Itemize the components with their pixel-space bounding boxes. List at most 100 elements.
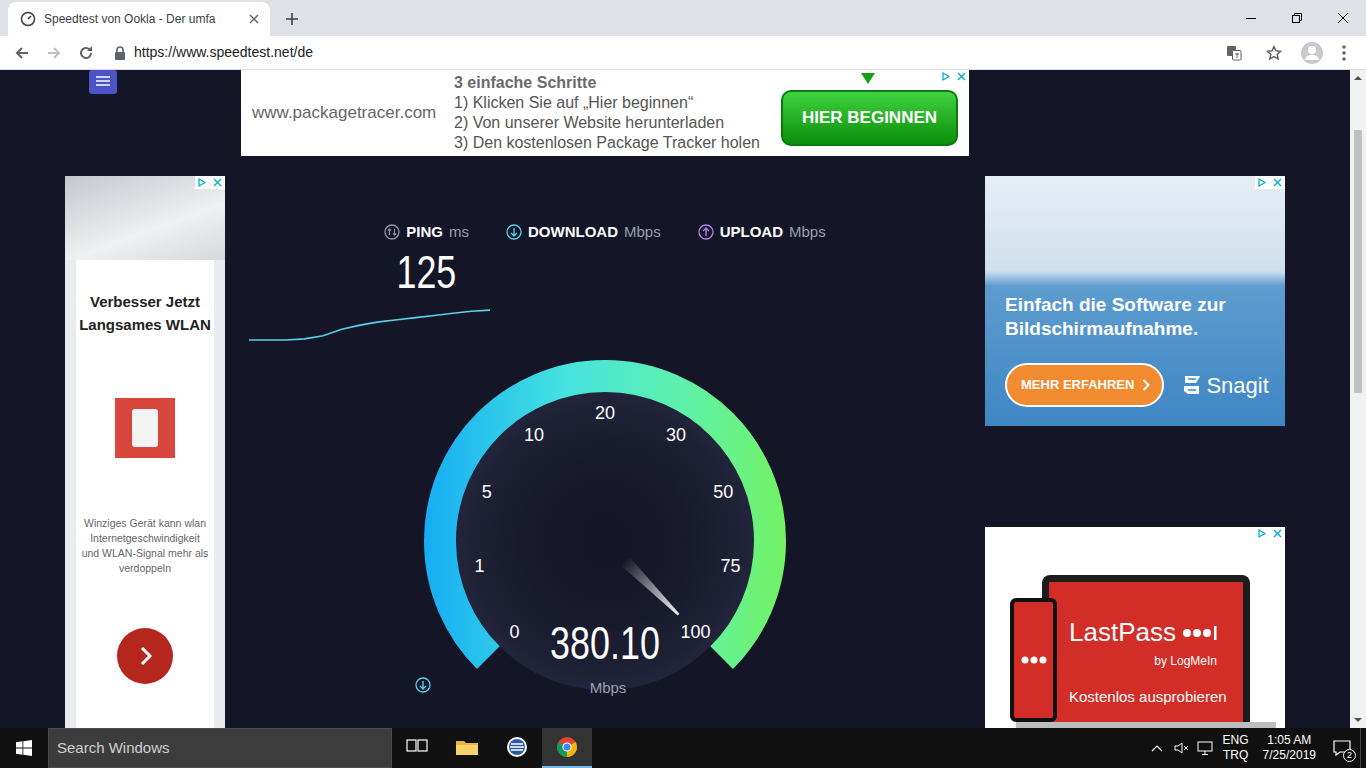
snagit-ad[interactable]: Einfach die Software zur Bildschirmaufna… bbox=[985, 176, 1285, 426]
task-view-icon bbox=[405, 735, 429, 759]
speaker-icon[interactable] bbox=[1169, 728, 1193, 768]
adchoices-icon[interactable] bbox=[939, 70, 969, 83]
scroll-thumb[interactable] bbox=[1354, 130, 1362, 393]
menu-icon[interactable] bbox=[1330, 39, 1358, 67]
profile-icon[interactable] bbox=[1298, 39, 1326, 67]
windows-start-icon[interactable] bbox=[0, 728, 48, 768]
start-button[interactable]: HIER BEGINNEN bbox=[781, 90, 958, 146]
app-icon bbox=[505, 735, 529, 759]
wlan-ad[interactable]: Verbesser Jetzt Langsames WLANWinziges G… bbox=[65, 176, 225, 728]
speed-unit: Mbps bbox=[415, 677, 795, 700]
explorer-icon bbox=[455, 735, 479, 759]
action-center[interactable]: 2 bbox=[1324, 728, 1360, 768]
reload-icon[interactable] bbox=[72, 39, 100, 67]
time: 1:05 AM bbox=[1263, 733, 1316, 748]
language: ENG bbox=[1223, 733, 1249, 748]
lock-icon bbox=[114, 46, 126, 60]
ad-step: 1) Klicken Sie auf „Hier beginnen“ bbox=[454, 93, 760, 113]
next-arrow-icon[interactable] bbox=[117, 628, 173, 684]
input-language[interactable]: ENGTRQ bbox=[1217, 733, 1255, 763]
explorer-button[interactable] bbox=[442, 728, 492, 768]
brand-name: LastPass bbox=[1069, 613, 1176, 652]
ad-steps: 3 einfache Schritte1) Klicken Sie auf „H… bbox=[454, 70, 760, 156]
packagetracer-ad[interactable]: www.packagetracer.com 3 einfache Schritte… bbox=[241, 70, 969, 156]
phone-picture bbox=[1010, 598, 1057, 722]
speed-graph bbox=[248, 303, 493, 343]
notification-count: 2 bbox=[1343, 749, 1356, 762]
translate-icon[interactable] bbox=[1226, 45, 1242, 61]
metrics-row: PINGms125DOWNLOADMbpsUPLOADMbps bbox=[384, 221, 825, 296]
metric-label: DOWNLOAD bbox=[528, 221, 618, 244]
ad-text: Einfach die Software zur Bildschirmaufna… bbox=[1005, 293, 1245, 341]
adchoices-icon[interactable] bbox=[1255, 527, 1285, 540]
unit-label: Mbps bbox=[590, 677, 627, 700]
speed-reading: 380.10 bbox=[457, 619, 753, 667]
close-icon[interactable] bbox=[1320, 0, 1366, 36]
upload-metric: UPLOAD Mbps bbox=[698, 221, 826, 244]
adchoices-icon[interactable] bbox=[1255, 176, 1285, 189]
new-tab-icon[interactable] bbox=[278, 5, 306, 33]
gauge-tick: 20 bbox=[595, 403, 615, 423]
right-ads: Einfach die Software zur Bildschirmaufna… bbox=[985, 176, 1285, 728]
download-icon bbox=[506, 224, 522, 240]
gauge-tick: 0 bbox=[509, 621, 519, 641]
tab-close-icon[interactable] bbox=[246, 11, 262, 27]
laptop-screen: LastPassby LogMeInKostenlos ausprobieren bbox=[1042, 575, 1250, 722]
speedtest-favicon-icon bbox=[20, 11, 36, 27]
gauge-tick: 30 bbox=[666, 424, 686, 444]
metric-unit: Mbps bbox=[789, 221, 826, 244]
ad-text: Kostenlos ausprobieren bbox=[1069, 686, 1237, 709]
page-content: Verbesser Jetzt Langsames WLANWinziges G… bbox=[0, 70, 1350, 728]
adchoices-icon[interactable] bbox=[195, 176, 225, 189]
chrome-button[interactable] bbox=[542, 728, 592, 768]
download-metric: DOWNLOADMbps bbox=[506, 221, 661, 244]
back-icon[interactable] bbox=[8, 39, 36, 67]
lastpass-phone-dots-icon bbox=[1021, 656, 1047, 664]
gauge-tick: 50 bbox=[713, 482, 733, 502]
ad-url: www.packagetracer.com bbox=[241, 100, 446, 126]
show-desktop[interactable] bbox=[1360, 728, 1366, 768]
chrome-icon bbox=[555, 735, 579, 759]
chevron-up-icon[interactable] bbox=[1145, 728, 1169, 768]
metric-value: 125 bbox=[397, 248, 457, 296]
network-icon[interactable] bbox=[1193, 728, 1217, 768]
search-box[interactable] bbox=[49, 737, 391, 760]
gauge-tick: 1 bbox=[474, 556, 484, 576]
date: 7/25/2019 bbox=[1263, 748, 1316, 763]
metric-label: UPLOAD bbox=[720, 221, 783, 244]
scroll-up-icon bbox=[1350, 70, 1366, 86]
task-view-button[interactable] bbox=[392, 728, 442, 768]
taskbar: ENGTRQ1:05 AM7/25/20192 bbox=[0, 728, 1366, 768]
ad-heading: 3 einfache Schritte bbox=[454, 73, 760, 93]
ping-icon bbox=[384, 224, 400, 240]
extension-icon[interactable] bbox=[89, 70, 117, 94]
search-field bbox=[48, 728, 392, 768]
graph-line bbox=[249, 310, 490, 340]
scroll-down-icon bbox=[1350, 712, 1366, 728]
star-icon[interactable] bbox=[1266, 45, 1282, 61]
clock[interactable]: 1:05 AM7/25/2019 bbox=[1255, 733, 1324, 763]
gauge-tick: 5 bbox=[482, 482, 492, 502]
browser-tab[interactable]: Speedtest von Ookla - Der umfa bbox=[8, 2, 270, 36]
ad-text: Winziges Gerät kann wlan Internetgeschwi… bbox=[78, 516, 212, 576]
app-button[interactable] bbox=[492, 728, 542, 768]
metric-unit: ms bbox=[449, 221, 469, 244]
forward-icon bbox=[40, 39, 68, 67]
ad-card: Verbesser Jetzt Langsames WLANWinziges G… bbox=[76, 260, 214, 728]
keyboard-layout: TRQ bbox=[1223, 748, 1249, 763]
scrollbar[interactable] bbox=[1350, 70, 1366, 728]
restore-icon[interactable] bbox=[1274, 0, 1320, 36]
gauge-fill bbox=[440, 375, 770, 657]
minimize-icon[interactable] bbox=[1228, 0, 1274, 36]
speed-gauge: 0151020305075100380.10Mbps bbox=[415, 353, 795, 729]
browser-toolbar: https://www.speedtest.net/de bbox=[0, 36, 1366, 70]
more-button[interactable]: MEHR ERFAHREN bbox=[1005, 363, 1164, 407]
chevron-right-icon bbox=[1142, 379, 1150, 391]
lastpass-ad[interactable]: LastPassby LogMeInKostenlos ausprobieren bbox=[985, 527, 1285, 728]
down-arrow-icon bbox=[861, 73, 875, 84]
gauge-tick: 100 bbox=[680, 621, 710, 641]
window-controls bbox=[1228, 0, 1366, 36]
address-bar[interactable]: https://www.speedtest.net/de bbox=[104, 39, 1294, 67]
system-tray: ENGTRQ1:05 AM7/25/20192 bbox=[1145, 728, 1366, 768]
ad-step: 3) Den kostenlosen Package Tracker holen bbox=[454, 133, 760, 153]
